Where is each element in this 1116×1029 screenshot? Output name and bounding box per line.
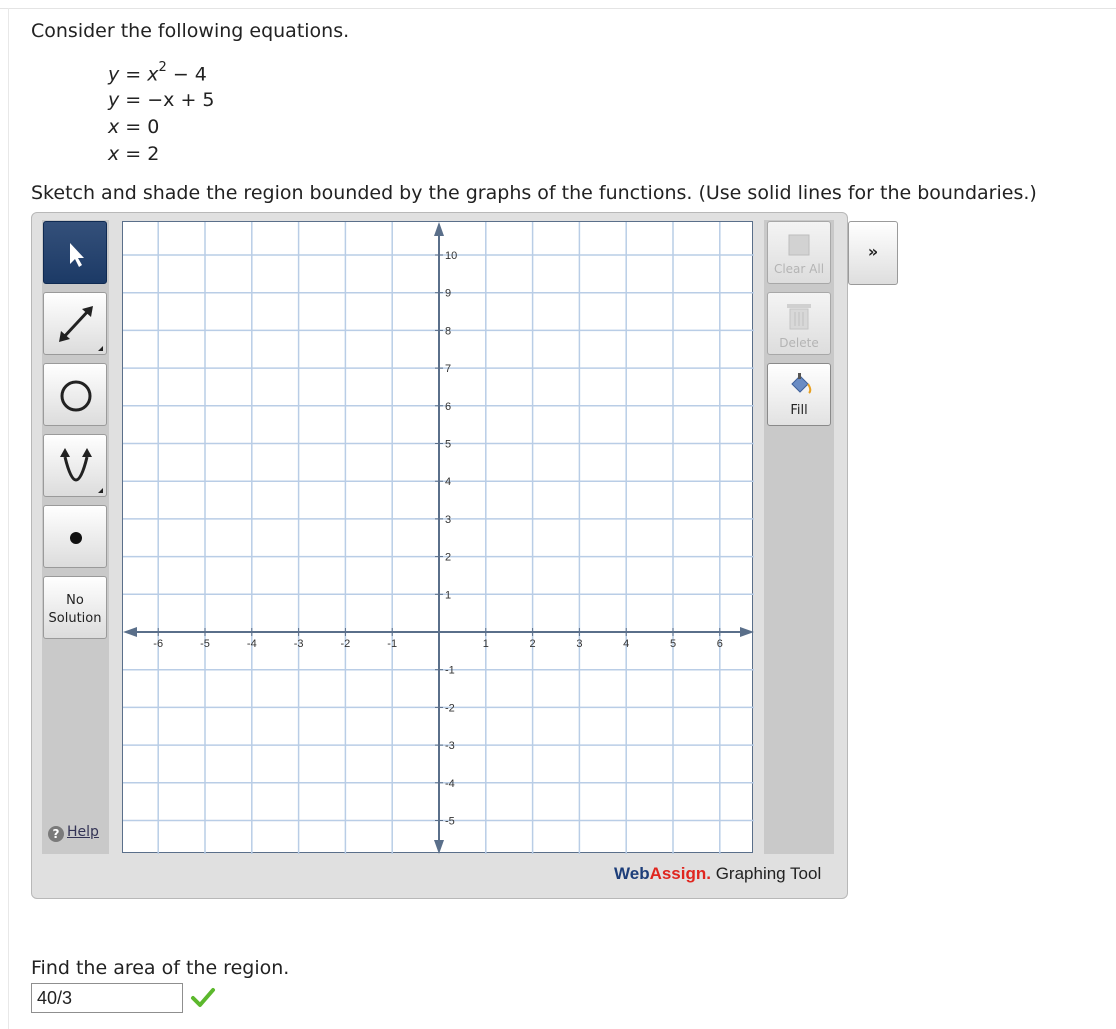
equation-2: y = −x + 5	[108, 89, 215, 111]
parabola-tool-button[interactable]	[43, 434, 107, 497]
equation-term: x	[147, 63, 159, 86]
line-tool-button[interactable]	[43, 292, 107, 355]
pointer-tool-button[interactable]	[43, 221, 107, 284]
equation-operator: =	[119, 63, 148, 86]
point-tool-button[interactable]	[43, 505, 107, 568]
intro-text: Consider the following equations.	[31, 20, 350, 42]
y-tick-label: -5	[445, 816, 455, 828]
brand-tool-name: Graphing Tool	[710, 864, 822, 883]
help-link[interactable]: ? Help	[48, 824, 99, 842]
pointer-icon	[70, 243, 84, 267]
y-tick-label: 4	[445, 476, 451, 488]
brand-assign: Assign.	[649, 864, 711, 883]
equation-operator: =	[119, 89, 148, 111]
x-axis-arrow-left	[123, 627, 137, 637]
paint-bucket-icon	[791, 373, 812, 394]
equation-exponent: 2	[158, 60, 167, 75]
equation-term: 0	[147, 116, 160, 138]
clear-all-label: Clear All	[773, 262, 825, 276]
y-tick-label: 9	[445, 288, 451, 300]
y-tick-label: 8	[445, 325, 451, 337]
x-axis-arrow-right	[740, 627, 754, 637]
fill-button[interactable]: Fill	[767, 363, 831, 426]
clear-all-icon	[788, 234, 810, 256]
x-tick-label: -1	[387, 638, 397, 650]
parabola-icon	[60, 448, 103, 493]
line-icon	[59, 306, 103, 351]
expand-button[interactable]: »	[848, 221, 898, 285]
x-tick-label: -3	[294, 638, 304, 650]
area-answer-input[interactable]	[31, 983, 183, 1013]
no-solution-label-1: No	[66, 593, 84, 608]
y-tick-label: 1	[445, 589, 451, 601]
equation-rest: − 4	[166, 63, 207, 86]
graph-canvas[interactable]: -6 -5 -4 -3 -2 -1 1 2 3 4 5 6 10 9 8 7 6 5 4 3 2 1 -1 -2 -3 -4 -5	[122, 221, 754, 854]
x-tick-label: 3	[576, 638, 582, 650]
equation-term: 2	[147, 143, 160, 165]
area-question: Find the area of the region.	[31, 957, 290, 979]
y-tick-label: 6	[445, 401, 451, 413]
y-tick-label: 10	[445, 250, 457, 262]
no-solution-button[interactable]: No Solution	[43, 576, 107, 639]
equation-operator: =	[119, 116, 148, 138]
equation-operator: =	[119, 143, 148, 165]
y-tick-label: -2	[445, 702, 455, 714]
y-tick-label: -3	[445, 740, 455, 752]
clear-all-button[interactable]: Clear All	[767, 221, 831, 284]
y-axis-arrow-up	[434, 222, 444, 236]
x-tick-label: -5	[200, 638, 210, 650]
top-rule	[0, 0, 1116, 9]
equation-term: −x + 5	[147, 89, 215, 111]
trash-icon	[787, 304, 811, 330]
checkmark-icon	[191, 988, 215, 1007]
y-tick-label: 2	[445, 552, 451, 564]
equation-variable: x	[108, 116, 120, 138]
x-tick-label: 2	[530, 638, 536, 650]
x-tick-label: -4	[247, 638, 257, 650]
y-tick-label: -4	[445, 778, 455, 790]
circle-tool-button[interactable]	[43, 363, 107, 426]
x-tick-label: -2	[341, 638, 351, 650]
y-axis-arrow-down	[434, 840, 444, 854]
webassign-logo: WebAssign. Graphing Tool	[614, 864, 821, 884]
y-tick-label: 3	[445, 514, 451, 526]
fill-label: Fill	[790, 403, 808, 418]
equation-3: x = 0	[108, 116, 159, 138]
equation-1: y = x2 − 4	[108, 60, 207, 86]
equation-variable: y	[108, 89, 120, 111]
equation-4: x = 2	[108, 143, 159, 165]
circle-icon	[60, 380, 92, 412]
y-tick-label: 5	[445, 439, 451, 451]
coordinate-grid: -6 -5 -4 -3 -2 -1 1 2 3 4 5 6 10 9 8 7 6 5 4 3 2 1 -1 -2 -3 -4 -5	[123, 222, 754, 854]
help-label: Help	[67, 824, 99, 840]
x-tick-label: 4	[623, 638, 629, 650]
x-tick-label: -6	[153, 638, 163, 650]
brand-web: Web	[614, 864, 650, 883]
left-rule	[8, 8, 9, 1029]
delete-button[interactable]: Delete	[767, 292, 831, 355]
y-tick-label: 7	[445, 363, 451, 375]
point-icon	[70, 532, 82, 544]
x-tick-label: 1	[483, 638, 489, 650]
help-icon: ?	[48, 826, 64, 842]
equation-variable: x	[108, 143, 120, 165]
x-tick-label: 6	[717, 638, 723, 650]
delete-label: Delete	[779, 336, 819, 350]
instruction-text: Sketch and shade the region bounded by t…	[31, 182, 1037, 204]
equation-variable: y	[108, 63, 120, 86]
no-solution-label-2: Solution	[48, 611, 102, 626]
x-tick-label: 5	[670, 638, 676, 650]
y-tick-label: -1	[445, 665, 455, 677]
